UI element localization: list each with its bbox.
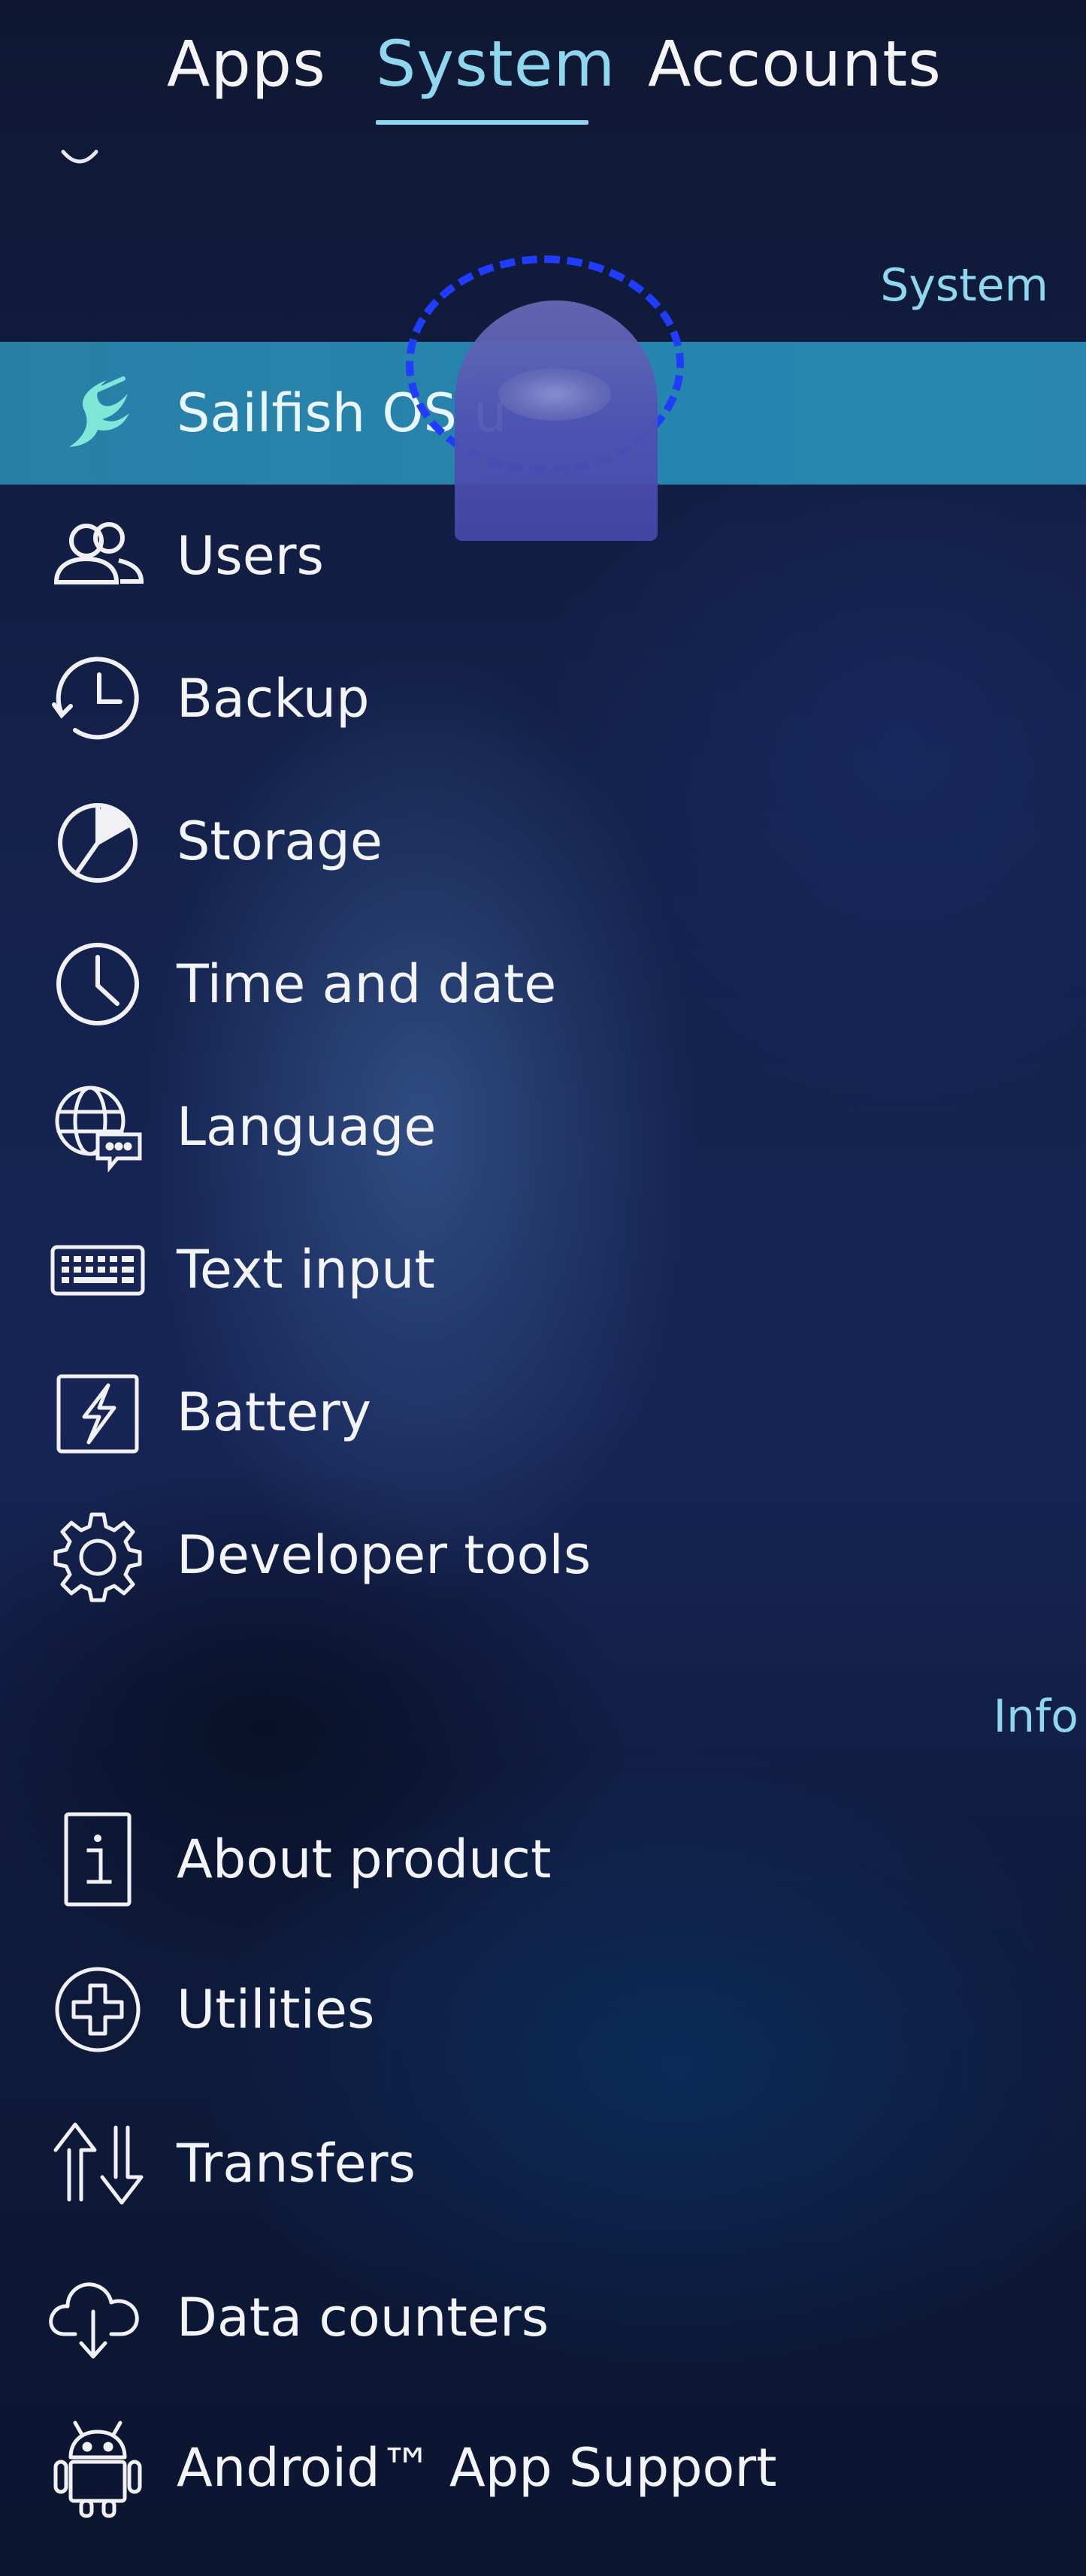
language-icon [45, 1074, 150, 1179]
tab-apps[interactable]: Apps [167, 23, 326, 105]
settings-item-label: About product [177, 1829, 552, 1890]
users-icon [45, 503, 150, 609]
settings-item-storage[interactable]: Storage [0, 770, 1086, 913]
settings-item-android-app-support[interactable]: Android™ App Support [0, 2396, 1086, 2539]
info-icon [45, 1807, 150, 1912]
settings-item-utilities[interactable]: Utilities [0, 1938, 1086, 2081]
tab-system[interactable]: System [376, 23, 616, 105]
settings-item-about-product[interactable]: About product [0, 1788, 1086, 1931]
settings-item-developer-tools[interactable]: Developer tools [0, 1484, 1086, 1626]
settings-item-label: Developer tools [177, 1524, 591, 1586]
android-icon [45, 2415, 150, 2520]
active-tab-indicator [376, 120, 588, 125]
settings-item-label: Users [177, 525, 325, 587]
cloud-download-icon [45, 2265, 150, 2370]
settings-item-label: Language [177, 1096, 437, 1158]
settings-item-language[interactable]: Language [0, 1055, 1086, 1198]
settings-item-text-input[interactable]: Text input [0, 1198, 1086, 1341]
settings-item-label: Utilities [177, 1979, 375, 2040]
sailfish-icon [45, 361, 150, 466]
section-header-system: System [880, 259, 1048, 312]
settings-item-time-and-date[interactable]: Time and date [0, 913, 1086, 1055]
chevron-down-icon[interactable] [57, 143, 102, 173]
utilities-icon [45, 1957, 150, 2062]
settings-item-label: Android™ App Support [177, 2437, 777, 2499]
keyboard-icon [45, 1217, 150, 1322]
tab-bar: Apps System Accounts [0, 0, 1086, 128]
backup-icon [45, 646, 150, 751]
settings-item-label: Time and date [177, 953, 557, 1015]
finger-touch-overlay [455, 300, 658, 541]
settings-item-label: Text input [177, 1239, 435, 1300]
section-header-info: Info [993, 1690, 1078, 1743]
finger-nail [498, 368, 611, 421]
settings-item-transfers[interactable]: Transfers [0, 2092, 1086, 2235]
gear-icon [45, 1502, 150, 1608]
settings-item-label: Data counters [177, 2287, 549, 2348]
tab-accounts[interactable]: Accounts [648, 23, 942, 105]
settings-item-backup[interactable]: Backup [0, 627, 1086, 770]
settings-item-label: Battery [177, 1382, 372, 1443]
settings-item-label: Backup [177, 668, 370, 729]
storage-icon [45, 789, 150, 894]
settings-item-data-counters[interactable]: Data counters [0, 2246, 1086, 2389]
transfers-icon [45, 2111, 150, 2216]
settings-item-battery[interactable]: Battery [0, 1341, 1086, 1484]
settings-item-label: Transfers [177, 2133, 416, 2194]
battery-icon [45, 1360, 150, 1465]
settings-item-label: Storage [177, 811, 383, 872]
clock-icon [45, 932, 150, 1037]
